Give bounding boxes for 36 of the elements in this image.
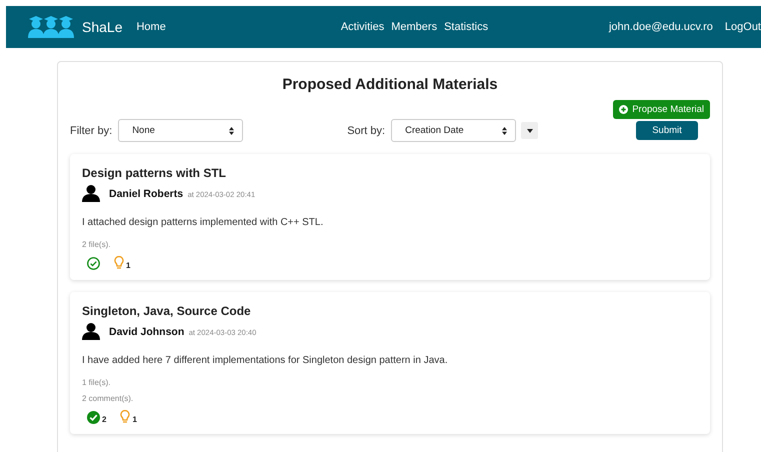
caret-icon [526,128,533,132]
logout-link[interactable]: LogOut [724,21,761,33]
idea-count: 1 [126,261,130,270]
check-circle-icon[interactable] [87,257,100,270]
post-title[interactable]: Singleton, Java, Source Code [82,304,698,318]
filter-select[interactable]: None [118,119,244,142]
nav-link[interactable]: Statistics [444,21,488,33]
author-name: David Johnson [109,326,184,338]
approval-count: 2 [102,415,106,424]
user-avatar-icon [82,322,100,340]
post-title[interactable]: Design patterns with STL [82,166,698,180]
students-logo-icon [28,16,74,38]
post-body: I attached design patterns implemented with C++ STL. [82,217,324,228]
sort-arrows-icon [229,126,234,134]
nav-link[interactable]: Members [391,21,438,33]
nav-link[interactable]: Home [136,21,166,33]
page-title: Proposed Additional Materials [281,76,499,93]
idea-count: 1 [132,415,137,424]
post-meta: 2 comment(s). [82,394,134,403]
post-meta: 2 file(s). [82,240,112,249]
sort-arrows-icon [502,126,508,134]
propose-material-button[interactable]: Propose Material [613,100,710,119]
brand-name[interactable]: ShaLe [82,19,122,35]
sort-label: Sort by: [347,124,386,136]
post-body: I have added here 7 different implementations for Singleton design pattern in Java. [82,355,449,366]
nav-link[interactable]: Activities [340,21,384,33]
user-email[interactable]: john.doe@edu.ucv.ro [608,21,713,33]
user-avatar-icon [82,184,100,202]
sort-select[interactable]: Creation Date [391,119,516,142]
sort-direction-button[interactable] [521,122,538,139]
filter-label: Filter by: [70,124,112,136]
submit-button[interactable]: Submit [636,121,698,140]
author-name: Daniel Roberts [109,188,184,200]
plus-circle-icon [619,105,628,114]
post-meta: 1 file(s). [82,378,112,387]
check-circle-icon[interactable] [87,411,100,424]
